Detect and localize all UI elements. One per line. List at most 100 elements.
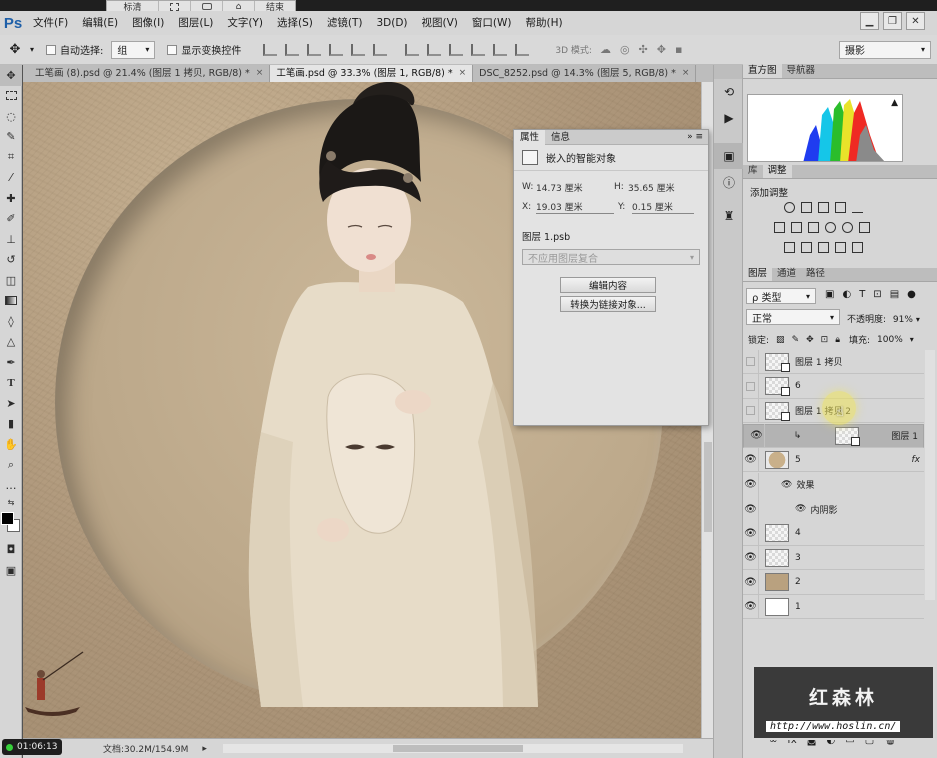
channel-mixer-icon[interactable] (842, 222, 853, 233)
close-button[interactable]: ✕ (906, 12, 925, 30)
type-tool-icon[interactable]: T (0, 373, 22, 394)
shape-tool-icon[interactable]: ▮ (0, 414, 22, 435)
chevron-down-icon[interactable]: ▾ (916, 315, 920, 324)
blur-tool-icon[interactable]: ◊ (0, 311, 22, 332)
layer-thumbnail[interactable] (765, 401, 790, 421)
w-field[interactable]: 14.73 厘米 (536, 181, 614, 194)
layer-row[interactable]: 图层 1 拷贝 (743, 349, 924, 374)
layers-scrollbar[interactable] (925, 350, 935, 600)
clone-stamp-tool-icon[interactable]: ⊥ (0, 229, 22, 250)
layer-comp-dropdown[interactable]: 不应用图层复合 ▾ (522, 249, 700, 265)
eye-visibility-icon[interactable]: 👁︎ (743, 545, 759, 570)
tab-layers[interactable]: 图层 (743, 267, 773, 281)
distribute-vcenter-icon[interactable] (427, 43, 442, 56)
gradient-tool-icon[interactable] (0, 291, 22, 312)
layer-row[interactable]: 👁︎ 👁︎ 内阴影 (743, 497, 924, 521)
filter-shape-icon[interactable]: ⊡ (873, 289, 881, 300)
eye-visibility-icon[interactable]: 👁︎ (743, 497, 759, 521)
brush-tool-icon[interactable]: ✐ (0, 209, 22, 230)
tab-channels[interactable]: 通道 (772, 267, 801, 281)
doc-tab-3[interactable]: DSC_8252.psd @ 14.3% (图层 5, RGB/8) * × (473, 65, 697, 82)
layer-thumbnail[interactable] (765, 597, 789, 616)
lock-artboard-icon[interactable]: ⊡ (821, 335, 829, 345)
blend-mode-dropdown[interactable]: 正常 ▾ (746, 309, 840, 325)
align-hcenter-icon[interactable] (351, 43, 366, 56)
curves-icon[interactable] (818, 202, 829, 213)
posterize-icon[interactable] (801, 242, 812, 253)
invert-icon[interactable] (784, 242, 795, 253)
panel-menu-icon[interactable]: » ≡ (687, 132, 708, 142)
menu-layer[interactable]: 图层(L) (171, 11, 220, 35)
auto-select-toggle[interactable]: 自动选择: (46, 42, 103, 57)
menu-select[interactable]: 选择(S) (270, 11, 320, 35)
doc-tab-1[interactable]: 工笔画 (8).psd @ 21.4% (图层 1 拷贝, RGB/8) * × (23, 65, 271, 82)
levels-icon[interactable] (801, 202, 812, 213)
lock-transparent-icon[interactable]: ▨ (776, 335, 785, 345)
3d-slide-icon[interactable]: ✥ (657, 43, 666, 56)
layer-row[interactable]: 👁︎ ↳ 图层 1 (743, 423, 924, 448)
clone-source-panel-icon[interactable]: ♜ (714, 203, 744, 229)
actions-panel-icon[interactable]: ▶ (714, 105, 744, 131)
visibility-off-icon[interactable] (743, 398, 759, 423)
eye-visibility-icon[interactable]: 👁︎ (743, 447, 759, 472)
more-tools-icon[interactable]: … (0, 475, 22, 496)
filter-pixel-icon[interactable]: ▣ (825, 289, 834, 300)
tab-libraries[interactable]: 库 (743, 164, 763, 178)
restore-button[interactable]: ❐ (883, 12, 902, 30)
document-size-info[interactable]: 文档:30.2M/154.9M (103, 742, 188, 755)
opacity-field[interactable]: 91% (893, 315, 913, 325)
3d-orbit-icon[interactable]: ☁ (600, 43, 611, 56)
x-field[interactable]: 19.03 厘米 (536, 200, 614, 214)
layer-row[interactable]: 👁︎ 4 (743, 521, 924, 546)
lock-position-icon[interactable]: ✥ (806, 335, 814, 345)
history-brush-tool-icon[interactable]: ↺ (0, 250, 22, 271)
hue-saturation-icon[interactable] (774, 222, 785, 233)
eyedropper-tool-icon[interactable]: ⁄ (0, 168, 22, 189)
layer-thumbnail[interactable] (765, 548, 789, 567)
menu-help[interactable]: 帮助(H) (519, 11, 570, 35)
color-lookup-icon[interactable] (859, 222, 870, 233)
close-icon[interactable]: × (256, 65, 264, 82)
layer-thumbnail[interactable] (765, 524, 789, 542)
eye-visibility-icon[interactable]: 👁︎ (743, 521, 759, 545)
marquee-tool-icon[interactable] (0, 86, 22, 107)
tab-adjustments[interactable]: 调整 (762, 164, 792, 178)
distribute-bottom-icon[interactable] (449, 43, 464, 56)
convert-to-linked-button[interactable]: 转换为链接对象... (560, 296, 656, 312)
healing-brush-tool-icon[interactable]: ✚ (0, 188, 22, 209)
filter-adjustment-icon[interactable]: ◐ (842, 289, 851, 300)
lock-all-icon[interactable]: 🔒︎ (835, 335, 840, 345)
status-menu-arrow-icon[interactable]: ▸ (202, 744, 207, 754)
show-transform-checkbox[interactable] (167, 44, 178, 55)
screen-mode-icon[interactable]: ▣ (0, 560, 22, 581)
h-field[interactable]: 35.65 厘米 (628, 181, 675, 194)
color-swatches[interactable] (0, 510, 22, 540)
chevron-down-icon[interactable]: ▾ (910, 335, 914, 344)
selective-color-icon[interactable] (835, 242, 846, 253)
align-top-icon[interactable] (263, 43, 278, 56)
visibility-off-icon[interactable] (743, 374, 759, 398)
effect-visibility-icon[interactable]: 👁︎ (795, 504, 806, 514)
distribute-top-icon[interactable] (405, 43, 420, 56)
layer-effects-fx-icon[interactable]: fx (912, 455, 921, 465)
quick-mask-icon[interactable]: ◘ (0, 540, 22, 561)
filter-toggle-icon[interactable]: ● (907, 289, 916, 300)
tab-paths[interactable]: 路径 (801, 267, 830, 281)
align-vcenter-icon[interactable] (285, 43, 300, 56)
layer-row[interactable]: 👁︎ 3 (743, 545, 924, 570)
horizontal-scrollbar[interactable] (223, 744, 683, 753)
quick-select-tool-icon[interactable]: ✎ (0, 127, 22, 148)
menu-type[interactable]: 文字(Y) (220, 11, 270, 35)
move-tool-preset-icon[interactable]: ✥ (0, 42, 30, 57)
path-select-tool-icon[interactable]: ➤ (0, 393, 22, 414)
move-tool-icon[interactable]: ✥ (0, 65, 22, 86)
vibrance-icon[interactable] (852, 202, 863, 213)
foreground-color-swatch[interactable] (1, 511, 14, 525)
layer-thumbnail[interactable] (765, 352, 790, 372)
eye-visibility-icon[interactable]: 👁︎ (743, 570, 759, 594)
edit-contents-button[interactable]: 编辑内容 (560, 277, 656, 293)
threshold-icon[interactable] (818, 242, 829, 253)
show-transform-toggle[interactable]: 显示变换控件 (167, 42, 241, 57)
align-bottom-icon[interactable] (307, 43, 322, 56)
properties-panel-icon[interactable]: ▣ (714, 143, 744, 169)
